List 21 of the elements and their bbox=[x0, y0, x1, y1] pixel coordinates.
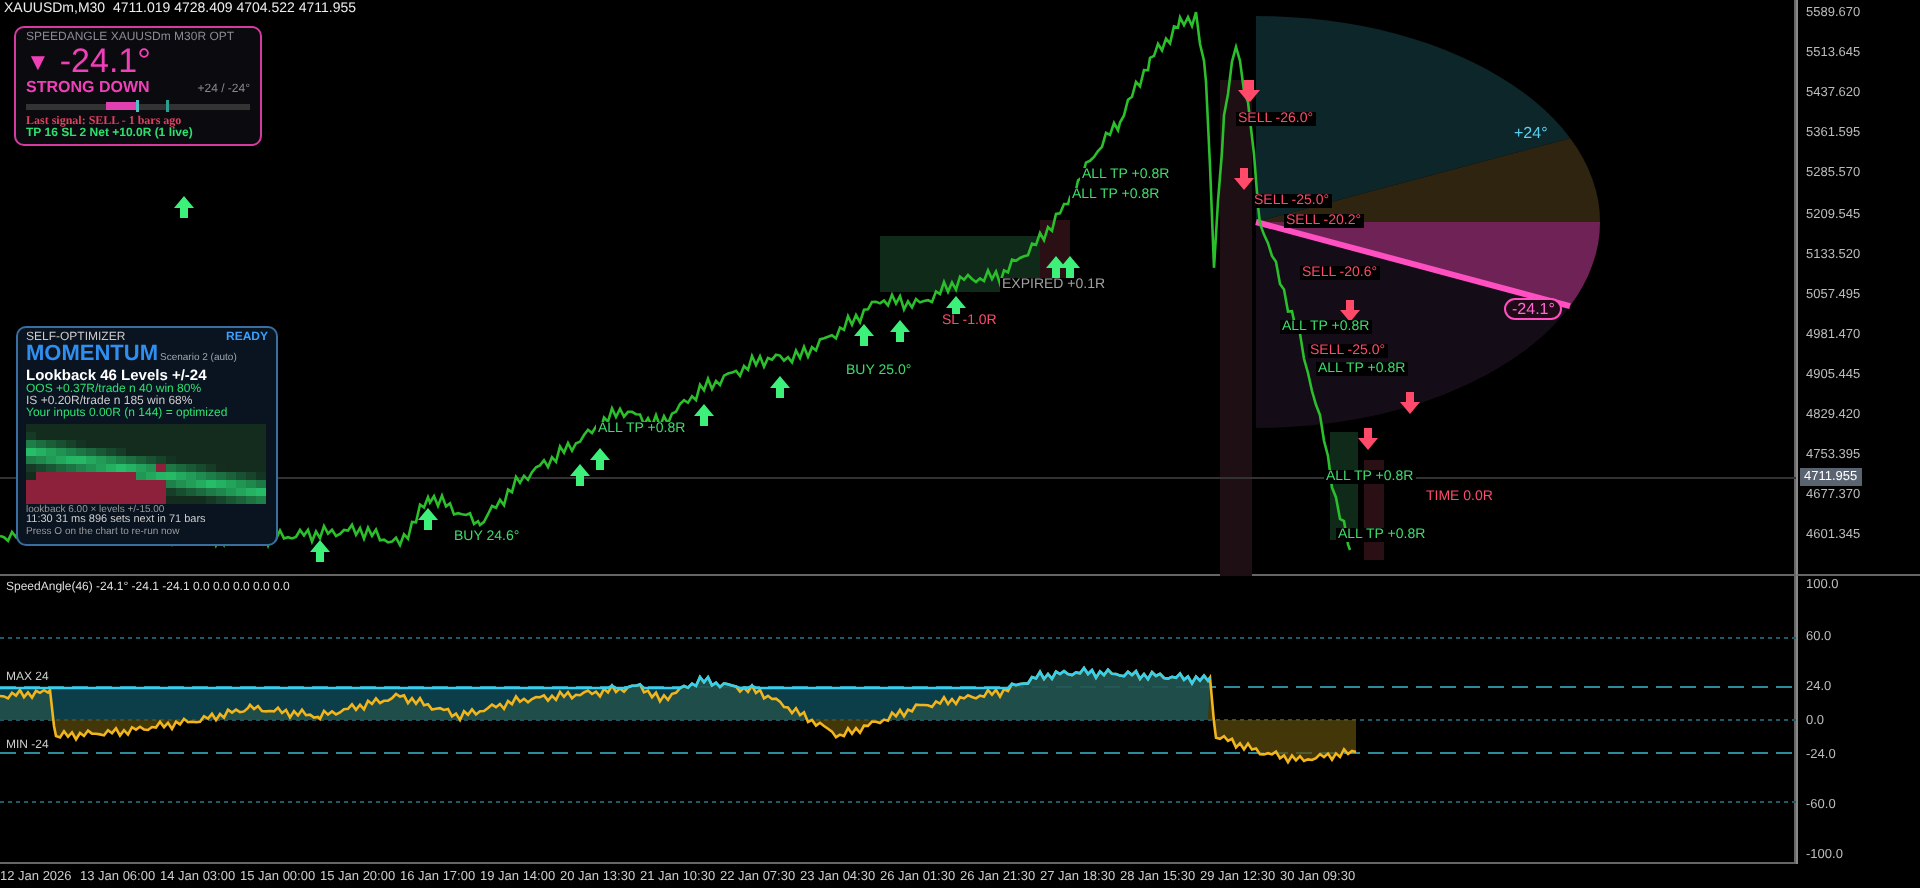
up-arrow-icon bbox=[770, 376, 790, 398]
up-arrow-icon bbox=[854, 324, 874, 346]
down-arrow-icon bbox=[1400, 392, 1420, 414]
down-arrow-icon bbox=[1234, 168, 1254, 190]
up-arrow-icon bbox=[570, 464, 590, 486]
angle-value: -24.1° bbox=[59, 44, 151, 78]
gauge-label: +24° bbox=[1514, 124, 1548, 142]
up-arrow-icon bbox=[890, 320, 910, 342]
up-arrow-icon bbox=[174, 196, 194, 218]
up-arrow-icon bbox=[694, 404, 714, 426]
up-arrow-icon bbox=[1060, 256, 1080, 278]
up-arrow-icon bbox=[1046, 256, 1066, 278]
down-arrow-icon bbox=[1340, 300, 1360, 322]
trend-state: STRONG DOWN bbox=[26, 78, 150, 96]
up-arrow-icon bbox=[418, 508, 438, 530]
down-arrow-icon bbox=[1358, 428, 1378, 450]
gauge-value: -24.1° bbox=[1504, 298, 1563, 320]
mode-label: MOMENTUM bbox=[26, 344, 158, 368]
up-arrow-icon bbox=[310, 540, 330, 562]
up-arrow-icon bbox=[590, 448, 610, 470]
down-arrow-icon: ▼ bbox=[26, 49, 50, 73]
